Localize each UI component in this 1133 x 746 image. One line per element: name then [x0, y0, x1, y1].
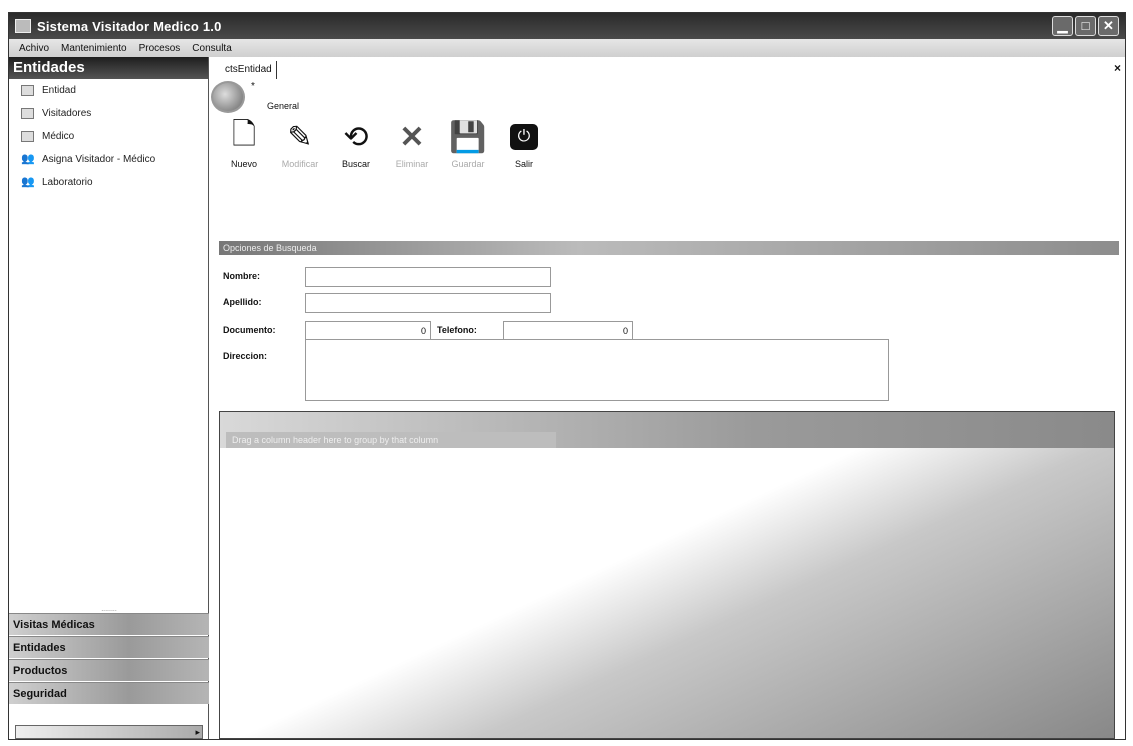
section-visitas-medicas[interactable]: Visitas Médicas — [9, 613, 209, 635]
sidebar-header: Entidades — [9, 57, 208, 79]
group-by-hint: Drag a column header here to group by th… — [226, 432, 556, 448]
window-title: Sistema Visitador Medico 1.0 — [37, 18, 222, 34]
tab-ctsentidad[interactable]: ctsEntidad — [221, 61, 277, 79]
section-entidades[interactable]: Entidades — [9, 636, 209, 658]
close-button[interactable]: ✕ — [1098, 16, 1119, 36]
menu-consulta[interactable]: Consulta — [192, 43, 231, 54]
app-icon — [15, 19, 31, 33]
list-icon — [21, 131, 34, 142]
apellido-input[interactable] — [305, 293, 551, 313]
direccion-textarea[interactable] — [305, 339, 889, 401]
modified-marker: * — [251, 81, 255, 92]
telefono-label: Telefono: — [437, 325, 477, 335]
sidebar: Entidades Entidad Visitadores Médico 👥 A… — [9, 57, 209, 739]
documento-input[interactable]: 0 — [305, 321, 431, 341]
results-grid[interactable]: Drag a column header here to group by th… — [219, 411, 1115, 739]
main-panel: × ctsEntidad * General 🗋 Nuevo ✎ Modific… — [211, 57, 1125, 739]
close-tab-icon[interactable]: × — [1114, 61, 1121, 75]
new-document-icon: 🗋 — [231, 117, 257, 151]
guardar-button[interactable]: 💾 Guardar — [445, 117, 491, 170]
telefono-input[interactable]: 0 — [503, 321, 633, 341]
sidebar-item-entidad[interactable]: Entidad — [9, 79, 208, 102]
nombre-input[interactable] — [305, 267, 551, 287]
nuevo-button[interactable]: 🗋 Nuevo — [221, 117, 267, 170]
people-icon: 👥 — [21, 153, 35, 165]
search-icon: ⟲ — [343, 120, 369, 154]
menu-mantenimiento[interactable]: Mantenimiento — [61, 43, 127, 54]
documento-label: Documento: — [223, 325, 276, 335]
minimize-button[interactable]: ▁ — [1052, 16, 1073, 36]
avatar — [211, 81, 245, 113]
group-label: General — [267, 101, 300, 111]
nombre-label: Nombre: — [223, 271, 261, 281]
sidebar-item-label: Asigna Visitador - Médico — [42, 154, 156, 165]
section-seguridad[interactable]: Seguridad — [9, 682, 209, 704]
sidebar-item-label: Médico — [42, 131, 75, 142]
save-icon: 💾 — [449, 120, 487, 154]
maximize-button[interactable]: □ — [1075, 16, 1096, 36]
grid-background — [220, 412, 1114, 738]
sidebar-item-visitadores[interactable]: Visitadores — [9, 102, 208, 125]
delete-icon: ✕ — [399, 120, 425, 154]
buscar-button[interactable]: ⟲ Buscar — [333, 117, 379, 170]
sidebar-overflow-button[interactable]: ▸ — [15, 725, 203, 739]
direccion-label: Direccion: — [223, 351, 268, 361]
edit-icon: ✎ — [287, 120, 313, 154]
section-productos[interactable]: Productos — [9, 659, 209, 681]
salir-button[interactable]: ⏻ Salir — [501, 117, 547, 169]
sidebar-item-laboratorio[interactable]: 👥 Laboratorio — [9, 171, 208, 194]
toolbar: 🗋 Nuevo ✎ Modificar ⟲ Buscar ✕ Eliminar … — [221, 117, 547, 169]
eliminar-button[interactable]: ✕ Eliminar — [389, 117, 435, 170]
sidebar-item-asigna[interactable]: 👥 Asigna Visitador - Médico — [9, 148, 208, 171]
menu-bar: Achivo Mantenimiento Procesos Consulta — [9, 39, 1125, 57]
menu-archivo[interactable]: Achivo — [19, 43, 49, 54]
sidebar-item-label: Laboratorio — [42, 177, 93, 188]
modificar-button[interactable]: ✎ Modificar — [277, 117, 323, 170]
list-icon — [21, 85, 34, 96]
power-icon: ⏻ — [504, 117, 544, 157]
title-bar[interactable]: Sistema Visitador Medico 1.0 ▁ □ ✕ — [9, 13, 1125, 39]
sidebar-item-label: Visitadores — [42, 108, 92, 119]
sidebar-item-medico[interactable]: Médico — [9, 125, 208, 148]
app-window: Sistema Visitador Medico 1.0 ▁ □ ✕ Achiv… — [8, 12, 1126, 740]
search-options-header: Opciones de Busqueda — [219, 241, 1119, 255]
menu-procesos[interactable]: Procesos — [139, 43, 181, 54]
list-icon — [21, 108, 34, 119]
people-icon: 👥 — [21, 176, 35, 188]
apellido-label: Apellido: — [223, 297, 262, 307]
sidebar-item-label: Entidad — [42, 85, 76, 96]
